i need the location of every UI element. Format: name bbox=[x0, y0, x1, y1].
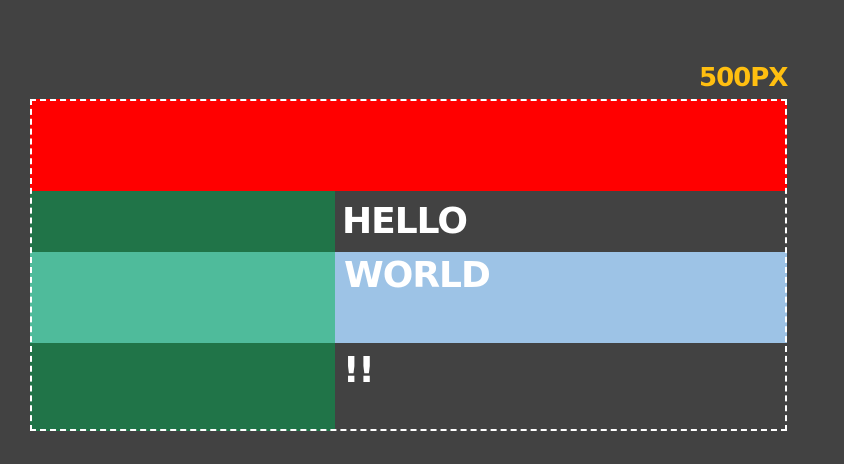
red-header-block bbox=[30, 99, 787, 191]
layout-container: HELLO WORLD !! bbox=[30, 99, 787, 431]
green-sidebar-block-bottom bbox=[30, 343, 335, 431]
hello-text: HELLO bbox=[342, 201, 468, 242]
world-text: WORLD bbox=[344, 255, 491, 296]
teal-sidebar-block bbox=[30, 252, 335, 343]
green-sidebar-block-top bbox=[30, 191, 335, 252]
width-label: 500PX bbox=[699, 63, 788, 93]
exclamation-text: !! bbox=[343, 350, 375, 391]
